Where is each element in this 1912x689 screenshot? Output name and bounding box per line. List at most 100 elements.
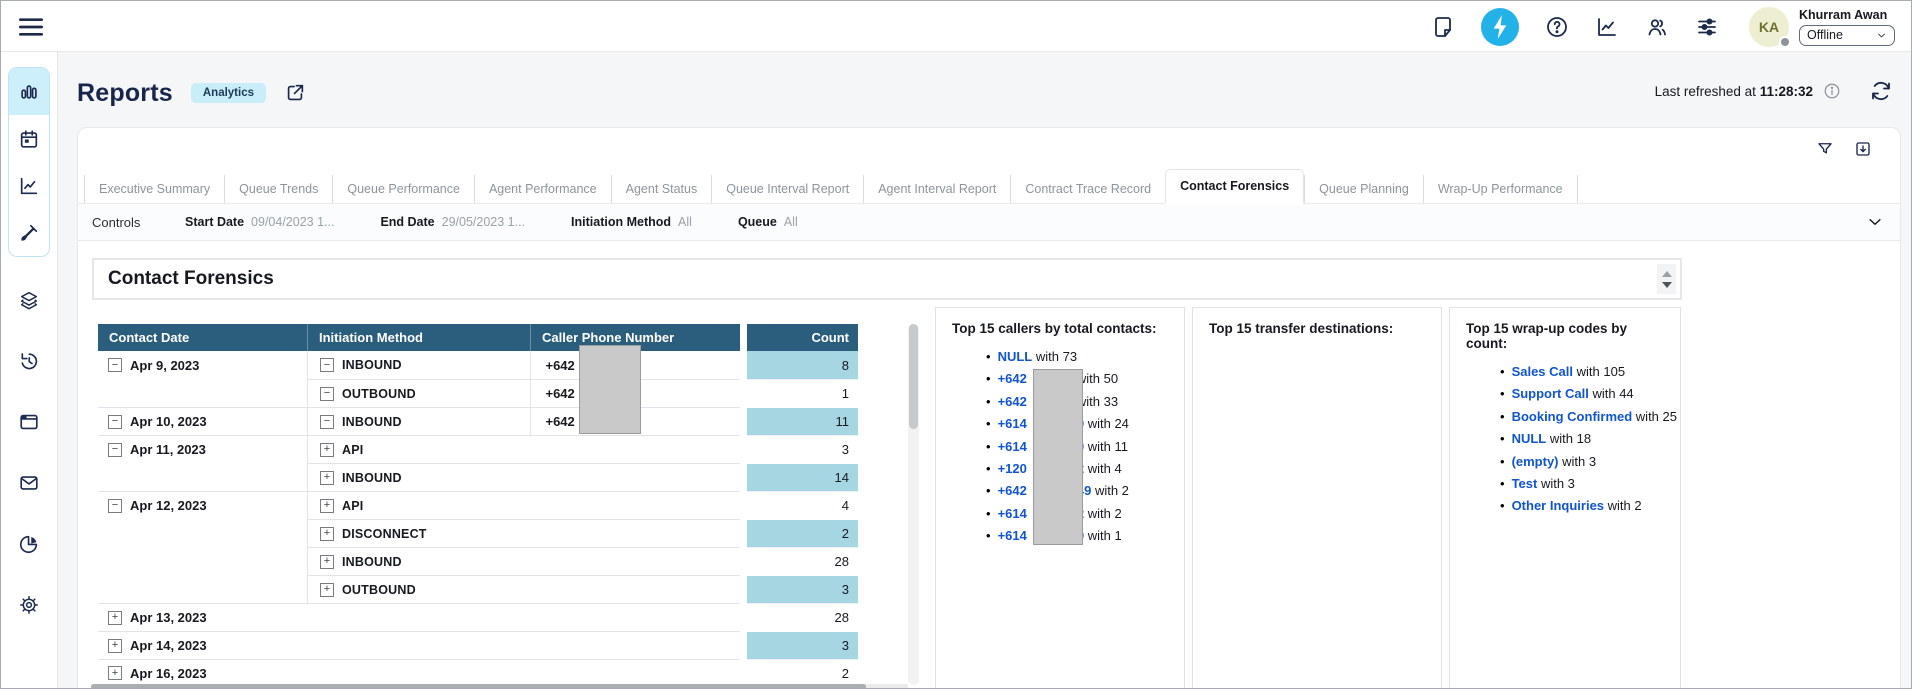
menu-icon[interactable] — [15, 11, 47, 43]
expand-icon-method[interactable]: + — [320, 583, 334, 597]
table-row[interactable]: +Apr 16, 20232 — [98, 659, 858, 687]
agents-icon[interactable] — [1645, 15, 1669, 39]
wrapup-link[interactable]: Support Call — [1512, 386, 1589, 401]
expand-icon-method[interactable]: + — [320, 443, 334, 457]
tab-agent-status[interactable]: Agent Status — [611, 175, 712, 203]
control-end-date[interactable]: End Date29/05/2023 1... — [380, 215, 525, 229]
caller-count-text: with 50 — [1077, 371, 1118, 386]
page-header: Reports Analytics — [77, 71, 306, 115]
refresh-icon[interactable] — [1869, 79, 1893, 103]
col-count: Count — [747, 324, 858, 351]
tab-executive-summary[interactable]: Executive Summary — [84, 175, 224, 203]
table-row[interactable]: +DISCONNECT2 — [98, 519, 858, 547]
table-row[interactable]: −Apr 11, 2023+API3 — [98, 435, 858, 463]
wrapup-count-text: with 3 — [1562, 454, 1596, 469]
sidebar-item-bar-chart[interactable] — [9, 68, 49, 115]
tab-queue-trends[interactable]: Queue Trends — [224, 175, 332, 203]
caller-link[interactable]: +120 — [998, 461, 1027, 476]
sidebar-item-calendar[interactable] — [9, 115, 49, 162]
wrapup-link[interactable]: Booking Confirmed — [1512, 409, 1633, 424]
table-row[interactable]: −Apr 12, 2023+API4 — [98, 491, 858, 519]
metrics-icon[interactable] — [1595, 15, 1619, 39]
help-icon[interactable] — [1545, 15, 1569, 39]
caller-link[interactable]: +614 — [998, 416, 1027, 431]
note-icon[interactable] — [1431, 15, 1455, 39]
wrapup-link[interactable]: (empty) — [1512, 454, 1559, 469]
tab-agent-interval-report[interactable]: Agent Interval Report — [863, 175, 1010, 203]
table-row[interactable]: +Apr 13, 202328 — [98, 603, 858, 631]
tab-queue-planning[interactable]: Queue Planning — [1304, 175, 1423, 203]
tab-queue-interval-report[interactable]: Queue Interval Report — [711, 175, 863, 203]
expand-icon-method[interactable]: + — [320, 471, 334, 485]
brush-icon — [18, 222, 40, 244]
tab-contract-trace-record[interactable]: Contract Trace Record — [1010, 175, 1165, 203]
scrollbar-thumb[interactable] — [91, 684, 866, 689]
user-block: Khurram Awan Offline — [1799, 8, 1895, 46]
expand-icon-method[interactable]: + — [320, 555, 334, 569]
table-row[interactable]: −Apr 10, 2023−INBOUND+64211 — [98, 407, 858, 435]
tab-queue-performance[interactable]: Queue Performance — [332, 175, 474, 203]
control-queue[interactable]: QueueAll — [738, 215, 798, 229]
caller-link[interactable]: +614 — [998, 439, 1027, 454]
download-icon[interactable] — [1854, 140, 1872, 158]
date-label: Apr 11, 2023 — [130, 442, 206, 457]
scrollbar-thumb[interactable] — [909, 324, 918, 429]
caller-link[interactable]: +614 — [998, 506, 1027, 521]
collapse-icon-date[interactable]: − — [108, 443, 122, 457]
flash-icon[interactable] — [1481, 8, 1519, 46]
spinner-down-icon[interactable] — [1662, 282, 1672, 288]
last-refreshed-text: Last refreshed at 11:28:32 — [1655, 84, 1813, 99]
table-row[interactable]: +OUTBOUND3 — [98, 575, 858, 603]
wrapup-link[interactable]: Other Inquiries — [1512, 498, 1604, 513]
control-initiation-method[interactable]: Initiation MethodAll — [571, 215, 692, 229]
tab-wrap-up-performance[interactable]: Wrap-Up Performance — [1423, 175, 1578, 203]
expand-icon-date[interactable]: + — [108, 611, 122, 625]
control-name: Queue — [738, 215, 777, 229]
wrapup-link[interactable]: NULL — [1512, 431, 1547, 446]
tab-contact-forensics[interactable]: Contact Forensics — [1165, 169, 1304, 204]
expand-icon-date[interactable]: + — [108, 639, 122, 653]
table-row[interactable]: +Apr 14, 20233 — [98, 631, 858, 659]
sidebar-item-history[interactable] — [8, 341, 50, 381]
external-link-icon[interactable] — [284, 82, 306, 104]
sidebar-item-line-chart[interactable] — [9, 162, 49, 209]
settings-sliders-icon[interactable] — [1695, 15, 1719, 39]
collapse-icon-method[interactable]: − — [320, 387, 334, 401]
caller-link[interactable]: +642 — [998, 371, 1027, 386]
chevron-down-icon[interactable] — [1866, 213, 1884, 231]
wrapup-link[interactable]: Test — [1512, 476, 1538, 491]
caller-link[interactable]: +642 — [998, 483, 1027, 498]
collapse-icon-date[interactable]: − — [108, 358, 122, 372]
table-row[interactable]: −Apr 9, 2023−INBOUND+6428 — [98, 351, 858, 379]
wrapup-link[interactable]: Sales Call — [1512, 364, 1573, 379]
tab-agent-performance[interactable]: Agent Performance — [474, 175, 611, 203]
control-start-date[interactable]: Start Date09/04/2023 1... — [185, 215, 334, 229]
collapse-icon-method[interactable]: − — [320, 415, 334, 429]
table-row[interactable]: +INBOUND14 — [98, 463, 858, 491]
caller-link[interactable]: +642 — [998, 394, 1027, 409]
wrapup-list-item: Support Call with 44 — [1500, 383, 1680, 405]
expand-icon-method[interactable]: + — [320, 499, 334, 513]
caller-link[interactable]: +614 — [998, 528, 1027, 543]
sidebar-item-brush[interactable] — [9, 209, 49, 256]
table-row[interactable]: −OUTBOUND+6421 — [98, 379, 858, 407]
collapse-icon-method[interactable]: − — [320, 358, 334, 372]
sidebar-item-layers[interactable] — [8, 280, 50, 320]
spinner-up-icon[interactable] — [1662, 271, 1672, 277]
expand-icon-method[interactable]: + — [320, 527, 334, 541]
info-icon[interactable] — [1823, 82, 1841, 100]
sidebar-item-window[interactable] — [8, 402, 50, 442]
avatar[interactable]: KA — [1749, 7, 1789, 47]
table-row[interactable]: +INBOUND28 — [98, 547, 858, 575]
table-vertical-scrollbar[interactable] — [908, 324, 919, 685]
sidebar-item-mail[interactable] — [8, 463, 50, 503]
status-dropdown[interactable]: Offline — [1799, 25, 1895, 46]
filter-icon[interactable] — [1816, 140, 1834, 158]
table-horizontal-scrollbar[interactable] — [91, 684, 908, 689]
expand-icon-date[interactable]: + — [108, 666, 122, 680]
sidebar-item-pie-chart[interactable] — [8, 524, 50, 564]
collapse-icon-date[interactable]: − — [108, 415, 122, 429]
collapse-icon-date[interactable]: − — [108, 499, 122, 513]
sidebar-item-gear[interactable] — [8, 585, 50, 625]
caller-link[interactable]: NULL — [998, 349, 1033, 364]
